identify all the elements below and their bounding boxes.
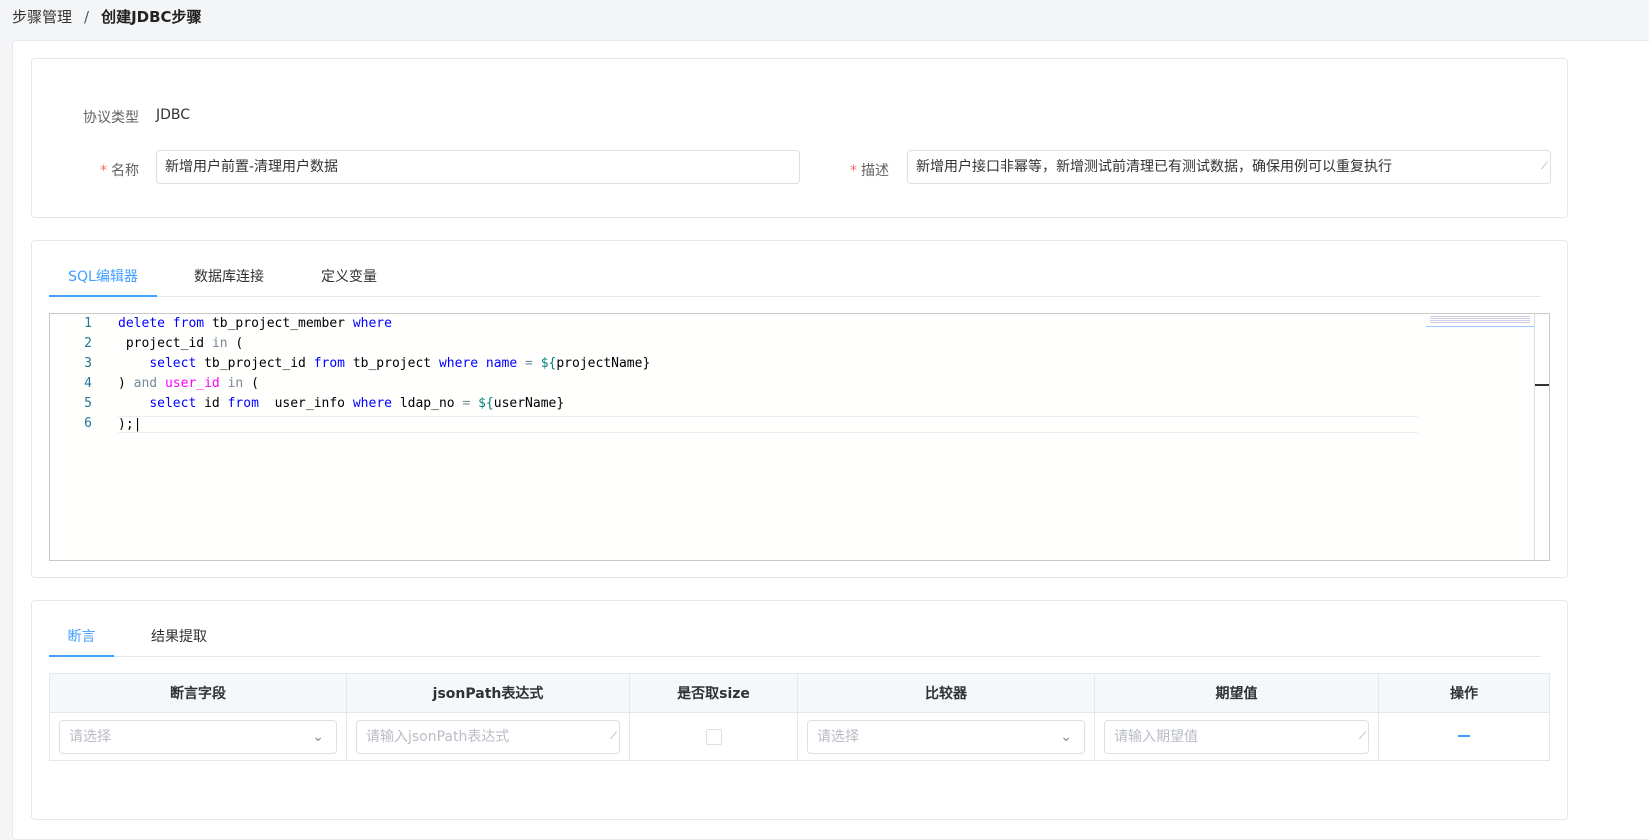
line-number: 2 <box>84 336 92 351</box>
breadcrumb: 步骤管理 / 创建JDBC步骤 <box>12 6 202 27</box>
code-line: ) and user_id in ( <box>118 376 259 391</box>
tab-db-connection[interactable]: 数据库连接 <box>179 259 279 297</box>
editor-scrollbar[interactable] <box>1534 314 1549 560</box>
line-number: 1 <box>84 316 92 331</box>
code-line: select id from user_info where ldap_no =… <box>149 396 565 411</box>
name-label: * 名称 <box>100 163 139 179</box>
col-header: 比较器 <box>797 673 1095 713</box>
sql-card: SQL编辑器 数据库连接 定义变量 1 2 3 4 5 6 delete fro… <box>31 240 1568 578</box>
tab-extract[interactable]: 结果提取 <box>134 619 224 657</box>
breadcrumb-current: 创建JDBC步骤 <box>101 8 202 26</box>
desc-label: * 描述 <box>850 163 889 179</box>
tab-assertion[interactable]: 断言 <box>49 619 114 657</box>
sql-editor[interactable]: 1 2 3 4 5 6 delete from tb_project_membe… <box>49 313 1550 561</box>
protocol-label: 协议类型 <box>83 110 139 126</box>
assertion-card: 断言 结果提取 断言字段 jsonPath表达式 是否取size 比较器 期望值… <box>31 600 1568 820</box>
line-number: 6 <box>84 416 92 431</box>
line-number: 3 <box>84 356 92 371</box>
col-header: jsonPath表达式 <box>346 673 630 713</box>
chevron-down-icon: ⌄ <box>312 729 324 745</box>
basic-info-card: 协议类型 JDBC * 名称 新增用户前置-清理用户数据 * 描述 新增用户接口非幂… <box>31 58 1568 218</box>
editor-minimap[interactable] <box>1426 314 1534 560</box>
resize-grip-icon[interactable]: ⟋ <box>610 721 617 753</box>
resize-grip-icon[interactable]: ⟋ <box>1359 721 1366 753</box>
line-number: 4 <box>84 376 92 391</box>
size-checkbox[interactable] <box>705 729 722 745</box>
col-header: 操作 <box>1378 673 1550 713</box>
col-header: 断言字段 <box>49 673 347 713</box>
code-line-current: );| <box>118 416 1418 433</box>
col-header: 期望值 <box>1094 673 1379 713</box>
expected-input[interactable]: 请输入期望值 ⟋ <box>1104 720 1369 754</box>
comparator-select[interactable]: 请选择 ⌄ <box>807 720 1085 754</box>
table-row: 请选择 ⌄ 请输入jsonPath表达式 ⟋ 请选择 ⌄ 请输入期望值 ⟋ <box>49 712 1550 761</box>
name-input[interactable]: 新增用户前置-清理用户数据 <box>156 150 800 184</box>
breadcrumb-parent[interactable]: 步骤管理 <box>12 8 72 26</box>
jsonpath-input[interactable]: 请输入jsonPath表达式 ⟋ <box>356 720 620 754</box>
tab-define-vars[interactable]: 定义变量 <box>299 259 399 297</box>
line-number: 5 <box>84 396 92 411</box>
resize-grip-icon[interactable]: ⟋ <box>1541 151 1548 183</box>
tab-sql-editor[interactable]: SQL编辑器 <box>49 259 157 297</box>
remove-row-icon[interactable] <box>1458 735 1470 737</box>
desc-textarea[interactable]: 新增用户接口非幂等，新增测试前清理已有测试数据，确保用例可以重复执行 ⟋ <box>907 150 1551 184</box>
field-select[interactable]: 请选择 ⌄ <box>59 720 337 754</box>
code-line: delete from tb_project_member where <box>118 316 392 331</box>
assert-tabs: 断言 结果提取 <box>49 619 1541 657</box>
breadcrumb-separator: / <box>84 8 90 26</box>
protocol-value: JDBC <box>156 107 191 123</box>
col-header: 是否取size <box>629 673 798 713</box>
code-line: project_id in ( <box>125 336 244 351</box>
chevron-down-icon: ⌄ <box>1060 729 1072 745</box>
assertion-table: 断言字段 jsonPath表达式 是否取size 比较器 期望值 操作 请选择 ⌄… <box>49 673 1550 761</box>
editor-tabs: SQL编辑器 数据库连接 定义变量 <box>49 259 1541 297</box>
code-line: select tb_project_id from tb_project whe… <box>149 356 651 371</box>
